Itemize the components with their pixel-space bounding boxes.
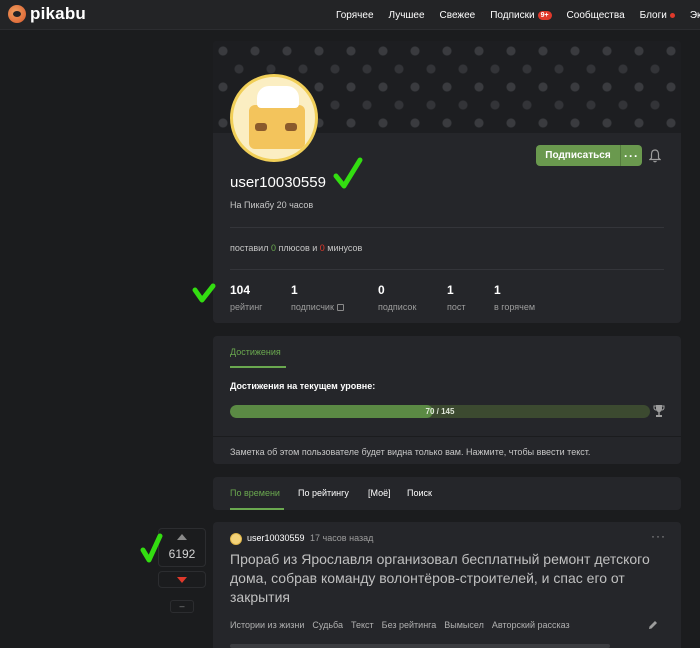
tab-underline	[230, 366, 286, 368]
checkmark-icon	[333, 157, 363, 189]
avatar-eye	[285, 123, 297, 131]
logo-text: pikabu	[30, 4, 86, 23]
tab-search[interactable]: Поиск	[407, 488, 432, 498]
tab-underline	[230, 508, 284, 510]
post-vote-column: 6192 –	[158, 528, 206, 613]
subscriptions-badge: 9+	[537, 10, 552, 20]
votes-summary: поставил 0 плюсов и 0 минусов	[230, 243, 362, 253]
nav-blogs[interactable]: Блоги	[640, 10, 675, 21]
subscribe-button[interactable]: Подписаться ···	[536, 145, 642, 166]
post-tag[interactable]: Судьба	[312, 620, 343, 630]
votes-middle: плюсов и	[275, 243, 320, 253]
sort-tabs: По времени По рейтингу [Моё] Поиск	[213, 477, 681, 510]
achievements-title: Достижения на текущем уровне:	[230, 381, 376, 391]
post-author[interactable]: user10030559	[247, 533, 305, 543]
bell-icon[interactable]	[649, 149, 661, 163]
user-note-field[interactable]: Заметка об этом пользователе будет видна…	[213, 436, 681, 464]
nav-fresh[interactable]: Свежее	[440, 10, 476, 21]
votes-suffix: минусов	[324, 243, 363, 253]
nav-best[interactable]: Лучшее	[389, 10, 425, 21]
nav-subscriptions-label: Подписки	[490, 9, 535, 21]
stat-rating: 104 рейтинг	[230, 283, 262, 312]
tab-achievements[interactable]: Достижения	[230, 347, 281, 357]
nav-fresh-label: Свежее	[439, 9, 476, 21]
site-logo[interactable]: pikabu	[8, 4, 86, 24]
stat-label-text: рейтинг	[230, 302, 263, 312]
stat-subscriptions: 0 подписок	[378, 283, 416, 312]
post-card: user10030559 17 часов назад ··· Прораб и…	[213, 522, 681, 648]
stat-value: 104	[230, 283, 251, 297]
progress-text: 70 / 145	[425, 407, 455, 416]
avatar[interactable]	[230, 74, 318, 162]
post-content-preview	[230, 644, 610, 648]
stat-subscribers[interactable]: 1 подписчик	[291, 283, 344, 312]
stat-posts: 1 пост	[447, 283, 466, 312]
votes-prefix: поставил	[230, 243, 271, 253]
nav-communities-label: Сообщества	[566, 9, 625, 21]
member-since: На Пикабу 20 часов	[230, 200, 314, 210]
stat-label: подписчик	[291, 302, 344, 312]
post-tag[interactable]: Текст	[351, 620, 374, 630]
nav-subscriptions[interactable]: Подписки 9+	[490, 9, 552, 21]
stat-label: пост	[447, 302, 466, 312]
post-more-button[interactable]: ···	[651, 529, 666, 543]
stat-label: рейтинг	[230, 302, 262, 312]
stat-label-text: подписок	[378, 302, 417, 312]
stat-value: 1	[447, 283, 454, 297]
stat-value: 1	[494, 283, 501, 297]
stat-value: 1	[291, 283, 298, 297]
stat-label-text: пост	[447, 302, 466, 312]
post-tag[interactable]: Истории из жизни	[230, 620, 304, 630]
upvote-icon[interactable]	[177, 534, 187, 540]
stat-value: 0	[378, 283, 385, 297]
post-time: 17 часов назад	[310, 533, 374, 543]
post-tag[interactable]: Вымысел	[444, 620, 484, 630]
post-score: 6192	[168, 547, 196, 561]
profile-username: user10030559	[230, 174, 326, 191]
tab-by-rating[interactable]: По рейтингу	[298, 488, 349, 498]
profile-card: Подписаться ··· user10030559 На Пикабу 2…	[213, 41, 681, 323]
checkmark-icon	[192, 283, 216, 303]
nav-hot[interactable]: Горячее	[336, 10, 374, 21]
achievement-progress-bar: 70 / 145	[230, 405, 650, 418]
downvote-button[interactable]	[158, 571, 206, 588]
nav-ex[interactable]: Экс	[690, 10, 700, 21]
trophy-icon	[653, 405, 665, 417]
divider	[230, 269, 664, 270]
top-bar: pikabu Горячее Лучшее Свежее Подписки 9+ …	[0, 0, 700, 30]
nav-communities[interactable]: Сообщества	[567, 10, 625, 21]
pencil-icon[interactable]	[647, 619, 659, 631]
stat-label-text: в горячем	[494, 302, 536, 312]
upvote-box: 6192	[158, 528, 206, 567]
post-tag[interactable]: Авторский рассказ	[492, 620, 570, 630]
achievements-card: Достижения Достижения на текущем уровне:…	[213, 336, 681, 464]
stat-label: в горячем	[494, 302, 535, 312]
nav-ex-label: Экс	[689, 9, 700, 21]
stat-label: подписок	[378, 302, 416, 312]
post-author-avatar[interactable]	[230, 533, 242, 545]
post-title[interactable]: Прораб из Ярославля организовал бесплатн…	[230, 550, 660, 607]
tab-by-time[interactable]: По времени	[230, 488, 280, 498]
divider	[230, 227, 664, 228]
post-tag[interactable]: Без рейтинга	[382, 620, 437, 630]
chef-hat-icon	[257, 86, 299, 108]
avatar-eye	[255, 123, 267, 131]
downvote-icon	[177, 577, 187, 583]
subscribe-more-button[interactable]: ···	[620, 145, 642, 166]
blogs-dot	[669, 12, 675, 18]
pikabu-logo-icon	[8, 5, 26, 23]
checkmark-icon	[140, 533, 163, 563]
nav-hot-label: Горячее	[336, 9, 374, 21]
external-link-icon	[336, 303, 344, 311]
tab-mine[interactable]: [Моё]	[368, 488, 391, 498]
main-nav: Горячее Лучшее Свежее Подписки 9+ Сообщес…	[336, 0, 700, 30]
stat-hot: 1 в горячем	[494, 283, 535, 312]
nav-blogs-label: Блоги	[639, 9, 667, 21]
post-tags: Истории из жизни Судьба Текст Без рейтин…	[230, 620, 570, 630]
subscribe-label: Подписаться	[545, 150, 611, 161]
collapse-button[interactable]: –	[170, 600, 194, 613]
nav-best-label: Лучшее	[388, 9, 425, 21]
stat-label-text: подписчик	[291, 302, 334, 312]
